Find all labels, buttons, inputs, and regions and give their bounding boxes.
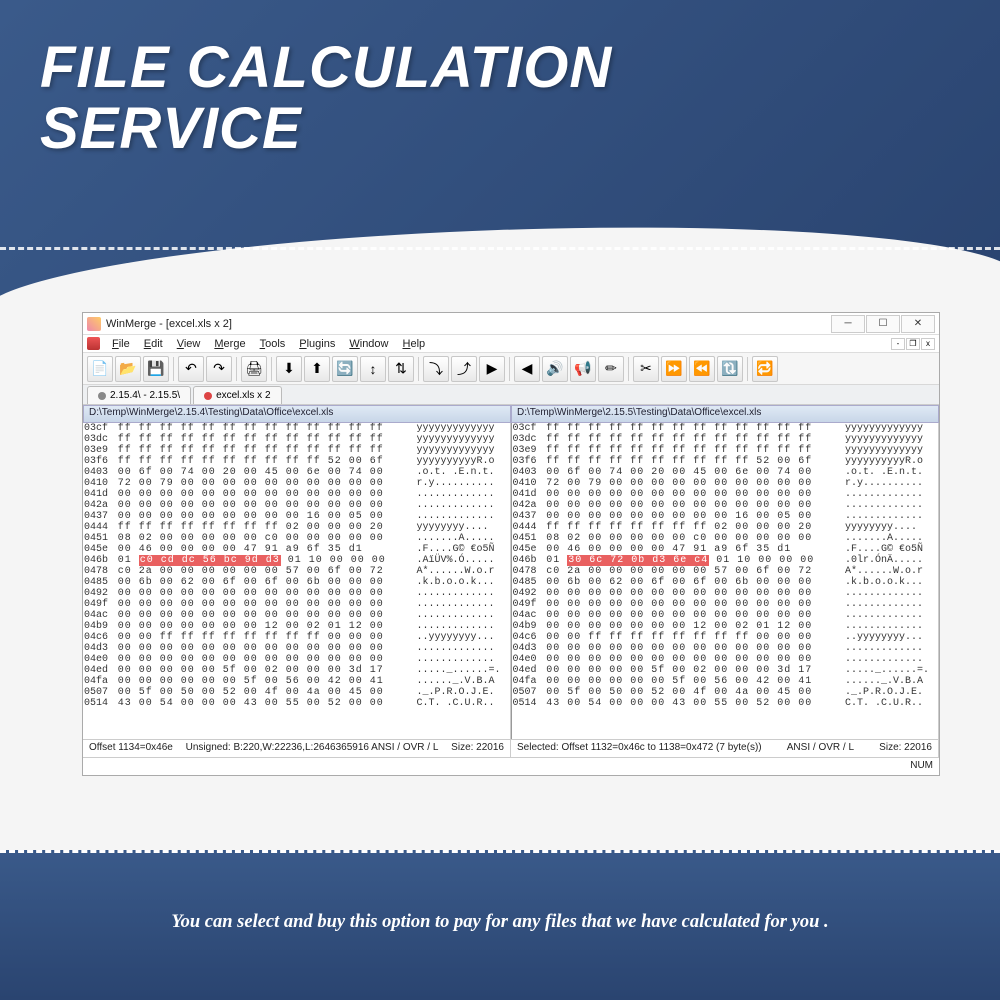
hex-row: 03cfff ff ff ff ff ff ff ff ff ff ff ff … (83, 423, 939, 739)
toolbar-button-14[interactable]: ◀ (514, 356, 540, 382)
toolbar-button-15[interactable]: 🔊 (542, 356, 568, 382)
toolbar-button-1[interactable]: 📂 (115, 356, 141, 382)
status-right: Selected: Offset 1132=0x46c to 1138=0x47… (511, 740, 939, 757)
toolbar-button-13[interactable]: ▶ (479, 356, 505, 382)
toolbar-button-16[interactable]: 📢 (570, 356, 596, 382)
banner-header: FILE CALCULATION SERVICE (0, 0, 1000, 310)
menu-edit[interactable]: Edit (138, 337, 169, 351)
toolbar-button-6[interactable]: ⬇ (276, 356, 302, 382)
menu-file[interactable]: File (106, 337, 136, 351)
toolbar-button-0[interactable]: 📄 (87, 356, 113, 382)
hex-pane-left[interactable]: 03cfff ff ff ff ff ff ff ff ff ff ff ff … (83, 423, 511, 739)
toolbar-button-21[interactable]: 🔃 (717, 356, 743, 382)
winmerge-window: WinMerge - [excel.xls x 2] ─ ☐ ✕ File Ed… (82, 312, 940, 776)
menu-plugins[interactable]: Plugins (293, 337, 341, 351)
toolbar-button-9[interactable]: ↕ (360, 356, 386, 382)
window-title: WinMerge - [excel.xls x 2] (106, 318, 831, 330)
status-num: NUM (83, 757, 939, 775)
toolbar-button-12[interactable]: ⤴ (451, 356, 477, 382)
hex-pane-right[interactable]: 03cfff ff ff ff ff ff ff ff ff ff ff ff … (511, 423, 940, 739)
minimize-button[interactable]: ─ (831, 315, 865, 333)
toolbar-button-3[interactable]: ↶ (178, 356, 204, 382)
toolbar-button-19[interactable]: ⏩ (661, 356, 687, 382)
toolbar-button-7[interactable]: ⬆ (304, 356, 330, 382)
tab-1[interactable]: excel.xls x 2 (193, 386, 281, 404)
toolbar-button-5[interactable]: 🖨 (241, 356, 267, 382)
menu-tools[interactable]: Tools (254, 337, 292, 351)
toolbar-button-17[interactable]: ✏ (598, 356, 624, 382)
path-left[interactable]: D:\Temp\WinMerge\2.15.4\Testing\Data\Off… (83, 405, 511, 423)
titlebar[interactable]: WinMerge - [excel.xls x 2] ─ ☐ ✕ (83, 313, 939, 335)
menu-icon (87, 337, 100, 350)
menu-help[interactable]: Help (397, 337, 432, 351)
path-right[interactable]: D:\Temp\WinMerge\2.15.5\Testing\Data\Off… (511, 405, 939, 423)
status-row: Offset 1134=0x46e Unsigned: B:220,W:2223… (83, 739, 939, 757)
toolbar-button-18[interactable]: ✂ (633, 356, 659, 382)
status-left: Offset 1134=0x46e Unsigned: B:220,W:2223… (83, 740, 511, 757)
footer-banner: You can select and buy this option to pa… (0, 850, 1000, 1000)
banner-title: FILE CALCULATION SERVICE (40, 38, 960, 160)
toolbar-button-2[interactable]: 💾 (143, 356, 169, 382)
toolbar-button-11[interactable]: ⤵ (423, 356, 449, 382)
toolbar-button-20[interactable]: ⏪ (689, 356, 715, 382)
mdi-restore[interactable]: ❐ (906, 338, 920, 350)
menu-merge[interactable]: Merge (208, 337, 251, 351)
close-button[interactable]: ✕ (901, 315, 935, 333)
mdi-close[interactable]: x (921, 338, 935, 350)
footer-text: You can select and buy this option to pa… (0, 850, 1000, 995)
mdi-minimize[interactable]: - (891, 338, 905, 350)
toolbar-button-10[interactable]: ⇅ (388, 356, 414, 382)
toolbar-button-4[interactable]: ↷ (206, 356, 232, 382)
menubar: File Edit View Merge Tools Plugins Windo… (83, 335, 939, 353)
app-icon (87, 317, 101, 331)
toolbar: 📄📂💾 ↶↷ 🖨 ⬇⬆🔄↕⇅ ⤵⤴▶ ◀🔊📢✏ ✂⏩⏪🔃 🔁 (83, 353, 939, 385)
toolbar-button-22[interactable]: 🔁 (752, 356, 778, 382)
maximize-button[interactable]: ☐ (866, 315, 900, 333)
toolbar-button-8[interactable]: 🔄 (332, 356, 358, 382)
path-row: D:\Temp\WinMerge\2.15.4\Testing\Data\Off… (83, 405, 939, 423)
tab-0[interactable]: 2.15.4\ - 2.15.5\ (87, 386, 191, 404)
menu-view[interactable]: View (171, 337, 207, 351)
menu-window[interactable]: Window (343, 337, 394, 351)
tabbar: 2.15.4\ - 2.15.5\excel.xls x 2 (83, 385, 939, 405)
